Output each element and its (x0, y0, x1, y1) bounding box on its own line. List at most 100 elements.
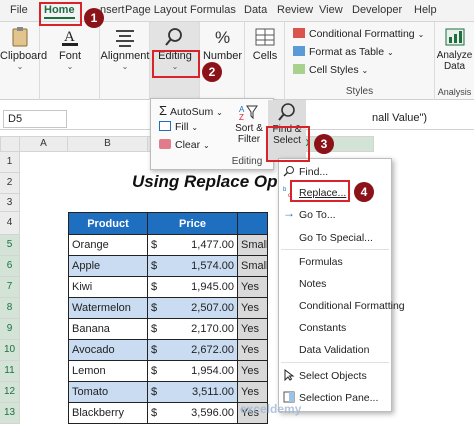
tab-developer[interactable]: Developer (352, 4, 402, 16)
menu-item-find[interactable]: Find... (299, 166, 328, 178)
currency-cell[interactable]: $ (148, 277, 164, 298)
name-box[interactable]: D5 (3, 110, 67, 128)
row-header[interactable]: 6 (0, 256, 20, 277)
font-button[interactable]: A Font ⌄ (50, 26, 90, 71)
percent-icon: % (215, 28, 230, 47)
conditional-formatting-button[interactable]: Conditional Formatting ⌄ (293, 28, 424, 40)
table-header-price[interactable]: Price (148, 212, 238, 235)
status-cell[interactable]: Yes (238, 277, 268, 298)
status-cell[interactable]: Yes (238, 298, 268, 319)
menu-item-goto[interactable]: Go To... (299, 209, 336, 221)
product-cell[interactable]: Apple (68, 256, 148, 277)
tab-formulas[interactable]: Formulas (190, 4, 236, 16)
group-clipboard: Clipboard ⌄ (0, 22, 47, 100)
currency-cell[interactable]: $ (148, 361, 164, 382)
menu-item-formulas[interactable]: Formulas (299, 256, 343, 268)
analyze-data-button[interactable]: Analyze Data (435, 26, 474, 72)
status-cell[interactable]: Yes (238, 340, 268, 361)
product-cell[interactable]: Lemon (68, 361, 148, 382)
tab-data[interactable]: Data (244, 4, 267, 16)
row-header[interactable]: 1 (0, 152, 20, 173)
menu-item-constants[interactable]: Constants (299, 322, 346, 334)
currency-cell[interactable]: $ (148, 256, 164, 277)
tab-help[interactable]: Help (414, 4, 437, 16)
autosum-button[interactable]: Σ AutoSum ⌄ (159, 103, 223, 118)
column-header-a[interactable]: A (20, 136, 68, 152)
cell-styles-button[interactable]: Cell Styles ⌄ (293, 64, 368, 76)
menu-item-select-objects[interactable]: Select Objects (299, 370, 367, 382)
row-header[interactable]: 11 (0, 361, 20, 382)
cell-styles-icon (293, 64, 305, 74)
product-cell[interactable]: Orange (68, 235, 148, 256)
group-analysis: Analyze Data Analysis (435, 22, 474, 100)
alignment-button[interactable]: Alignment ⌄ (100, 26, 150, 71)
product-cell[interactable]: Avocado (68, 340, 148, 361)
format-as-table-button[interactable]: Format as Table ⌄ (293, 46, 394, 58)
group-font: A Font ⌄ (40, 22, 100, 100)
price-cell[interactable]: 1,954.00 (164, 361, 238, 382)
price-cell[interactable]: 2,507.00 (164, 298, 238, 319)
row-header[interactable]: 13 (0, 403, 20, 424)
status-cell[interactable]: Small (238, 235, 268, 256)
product-cell[interactable]: Kiwi (68, 277, 148, 298)
menu-item-conditional-formatting[interactable]: Conditional Formatting (299, 300, 405, 312)
currency-cell[interactable]: $ (148, 298, 164, 319)
sort-label: Sort & (235, 123, 263, 134)
highlight-home-tab (39, 2, 82, 26)
status-cell[interactable]: Yes (238, 382, 268, 403)
product-cell[interactable]: Tomato (68, 382, 148, 403)
row-header[interactable]: 8 (0, 298, 20, 319)
cells-button[interactable]: Cells (245, 26, 285, 62)
clear-button[interactable]: Clear ⌄ (159, 139, 210, 151)
arrow-right-icon: → (283, 206, 295, 220)
svg-text:Z: Z (239, 113, 244, 121)
price-cell[interactable]: 1,945.00 (164, 277, 238, 298)
menu-item-selection-pane[interactable]: Selection Pane... (299, 392, 378, 404)
product-cell[interactable]: Banana (68, 319, 148, 340)
row-header[interactable]: 4 (0, 212, 20, 235)
product-cell[interactable]: Blackberry (68, 403, 148, 424)
row-header[interactable]: 7 (0, 277, 20, 298)
svg-text:%: % (215, 28, 230, 47)
menu-item-goto-special[interactable]: Go To Special... (299, 232, 373, 244)
table-header-product[interactable]: Product (68, 212, 148, 235)
row-header[interactable]: 5 (0, 235, 20, 256)
row-header[interactable]: 3 (0, 194, 20, 212)
chevron-down-icon: ⌄ (417, 30, 425, 39)
price-cell[interactable]: 1,477.00 (164, 235, 238, 256)
tab-page-layout[interactable]: Page Layout (125, 4, 187, 16)
formula-text[interactable]: nall Value") (372, 112, 427, 124)
tab-view[interactable]: View (319, 4, 343, 16)
status-cell[interactable]: Small (238, 256, 268, 277)
sort-filter-button[interactable]: A Z Sort & Filter (233, 103, 265, 145)
select-all-corner[interactable] (0, 136, 20, 152)
analyze-data-icon (445, 28, 464, 46)
menu-item-data-validation[interactable]: Data Validation (299, 344, 369, 356)
fill-button[interactable]: Fill ⌄ (159, 121, 198, 133)
currency-cell[interactable]: $ (148, 403, 164, 424)
menu-item-notes[interactable]: Notes (299, 278, 326, 290)
product-cell[interactable]: Watermelon (68, 298, 148, 319)
currency-cell[interactable]: $ (148, 340, 164, 361)
column-header-b[interactable]: B (68, 136, 148, 152)
clipboard-button[interactable]: Clipboard ⌄ (0, 26, 47, 71)
tab-review[interactable]: Review (277, 4, 313, 16)
price-cell[interactable]: 3,596.00 (164, 403, 238, 424)
currency-cell[interactable]: $ (148, 382, 164, 403)
price-cell[interactable]: 1,574.00 (164, 256, 238, 277)
price-cell[interactable]: 3,511.00 (164, 382, 238, 403)
row-header[interactable]: 2 (0, 173, 20, 194)
price-cell[interactable]: 2,170.00 (164, 319, 238, 340)
status-cell[interactable]: Yes (238, 361, 268, 382)
row-header[interactable]: 10 (0, 340, 20, 361)
row-header[interactable]: 9 (0, 319, 20, 340)
tab-file[interactable]: File (10, 4, 28, 16)
number-button[interactable]: % Number (200, 26, 245, 62)
price-cell[interactable]: 2,672.00 (164, 340, 238, 361)
row-header[interactable]: 12 (0, 382, 20, 403)
tab-insert[interactable]: nsert (100, 4, 124, 16)
status-cell[interactable]: Yes (238, 319, 268, 340)
currency-cell[interactable]: $ (148, 319, 164, 340)
currency-cell[interactable]: $ (148, 235, 164, 256)
table-header-status[interactable] (238, 212, 268, 235)
